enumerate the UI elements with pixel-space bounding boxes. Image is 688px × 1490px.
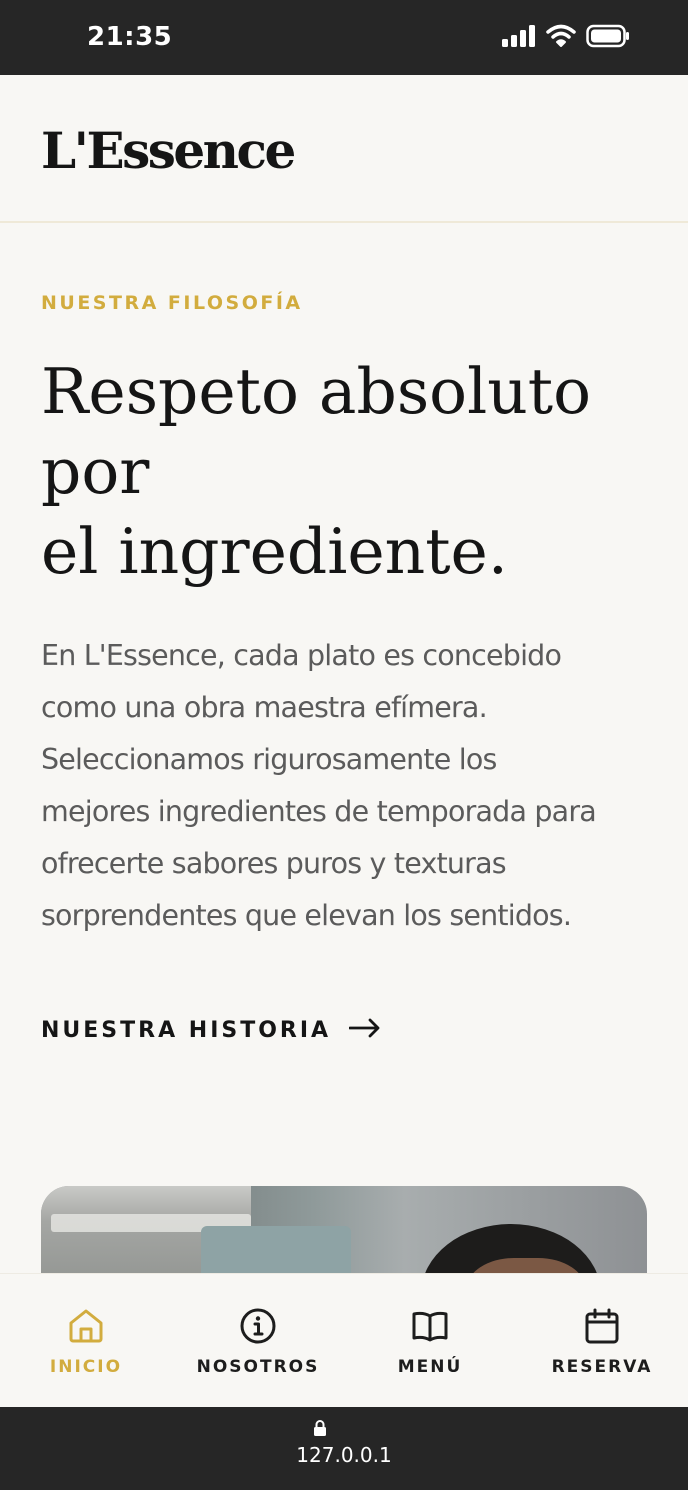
intro-line: mejores ingredientes de temporada para: [41, 795, 597, 828]
nav-item-reserva[interactable]: RESERVA: [516, 1274, 688, 1407]
home-icon: [66, 1306, 106, 1346]
calendar-icon: [582, 1306, 622, 1346]
nav-label: INICIO: [49, 1357, 123, 1377]
hero-title-line: por: [41, 435, 150, 508]
browser-address-bar[interactable]: 127.0.0.1: [0, 1407, 688, 1490]
intro-line: Seleccionamos rigurosamente los: [41, 743, 497, 776]
lock-icon: [313, 1419, 327, 1442]
bottom-nav: INICIO NOSOTROS MENÚ RESERVA: [0, 1273, 688, 1407]
intro-line: En L'Essence, cada plato es concebido: [41, 639, 562, 672]
intro-line: ofrecerte sabores puros y texturas: [41, 847, 507, 880]
our-history-label: NUESTRA HISTORIA: [41, 1018, 332, 1043]
book-icon: [410, 1306, 450, 1346]
arrow-right-icon: [348, 1018, 381, 1043]
app-header: L'Essence: [0, 75, 688, 223]
nav-item-menu[interactable]: MENÚ: [344, 1274, 516, 1407]
hero-title-line: Respeto absoluto: [41, 355, 592, 428]
wifi-icon: [546, 24, 576, 48]
info-icon: [238, 1306, 278, 1346]
nav-item-nosotros[interactable]: NOSOTROS: [172, 1274, 344, 1407]
intro-line: sorprendentes que elevan los sentidos.: [41, 899, 572, 932]
intro-line: como una obra maestra efímera.: [41, 691, 488, 724]
status-bar: 21:35: [0, 0, 688, 75]
battery-icon: [586, 24, 630, 48]
nav-label: MENÚ: [397, 1357, 463, 1377]
nav-label: NOSOTROS: [196, 1357, 320, 1377]
status-icons: [502, 24, 630, 48]
hero-title: Respeto absoluto por el ingrediente.: [41, 352, 641, 592]
our-history-link[interactable]: NUESTRA HISTORIA: [41, 1018, 381, 1043]
logo[interactable]: L'Essence: [41, 121, 296, 180]
status-time: 21:35: [87, 22, 173, 52]
signal-icon: [502, 25, 536, 47]
section-eyebrow: NUESTRA FILOSOFÍA: [41, 292, 303, 314]
url-text: 127.0.0.1: [296, 1443, 392, 1467]
nav-label: RESERVA: [551, 1357, 653, 1377]
intro-paragraph: En L'Essence, cada plato es concebido co…: [41, 630, 651, 942]
hero-title-line: el ingrediente.: [41, 515, 508, 588]
nav-item-inicio[interactable]: INICIO: [0, 1274, 172, 1407]
